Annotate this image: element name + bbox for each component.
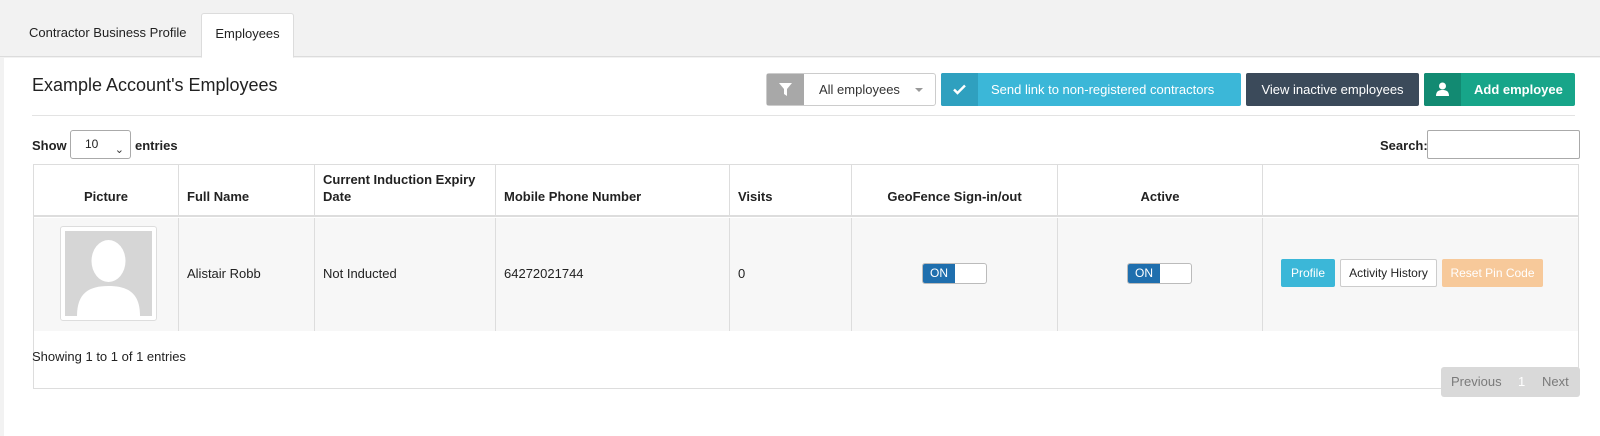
geofence-toggle[interactable]: ON: [922, 263, 987, 284]
checkmark-icon: [941, 73, 978, 106]
tab-contractor-business-profile[interactable]: Contractor Business Profile: [9, 13, 207, 58]
send-link-button[interactable]: Send link to non-registered contractors: [941, 73, 1241, 106]
header-induction-expiry-label: Current Induction Expiry Date: [323, 172, 476, 204]
page-title: Example Account's Employees: [32, 75, 278, 95]
cell-induction-expiry: Not Inducted: [315, 218, 496, 331]
cell-visits: 0: [730, 218, 852, 331]
entries-label: entries: [135, 138, 178, 153]
search-input[interactable]: [1427, 130, 1580, 159]
header-actions: [1263, 165, 1578, 215]
pagination: Previous 1 Next: [1441, 367, 1580, 397]
header-full-name[interactable]: Full Name: [179, 165, 315, 215]
active-toggle-state: ON: [1128, 264, 1160, 283]
page-length-select[interactable]: 10 ⌄: [70, 130, 131, 159]
cell-picture: [34, 218, 179, 331]
header-active-label: Active: [1140, 189, 1180, 204]
caret-down-icon: [915, 88, 923, 92]
profile-button[interactable]: Profile: [1281, 259, 1335, 287]
next-page-button[interactable]: Next: [1542, 367, 1569, 397]
header-mobile-label: Mobile Phone Number: [504, 189, 642, 204]
table-row: Alistair Robb Not Inducted 64272021744 0…: [34, 218, 1578, 331]
induction-expiry-value: Not Inducted: [323, 266, 397, 281]
add-employee-label: Add employee: [1474, 82, 1563, 97]
tab-employees[interactable]: Employees: [201, 13, 294, 58]
header-picture-label: Picture: [83, 189, 129, 204]
header-visits[interactable]: Visits: [730, 165, 852, 215]
user-icon: [1424, 73, 1461, 106]
header-mobile[interactable]: Mobile Phone Number: [496, 165, 730, 215]
divider: [32, 115, 1575, 116]
table-info: Showing 1 to 1 of 1 entries: [32, 349, 186, 364]
active-toggle[interactable]: ON: [1127, 263, 1192, 284]
mobile-value: 64272021744: [504, 266, 584, 281]
cell-mobile: 64272021744: [496, 218, 730, 331]
tab-bar: Contractor Business Profile Employees: [0, 0, 1600, 58]
header-geofence[interactable]: GeoFence Sign-in/out: [852, 165, 1058, 215]
cell-actions: Profile Activity History Reset Pin Code: [1263, 218, 1578, 331]
avatar-placeholder-icon: [65, 231, 152, 316]
chevron-down-icon: ⌄: [114, 144, 124, 156]
header-full-name-label: Full Name: [187, 189, 250, 204]
header-geofence-label: GeoFence Sign-in/out: [887, 189, 1022, 204]
employee-filter[interactable]: All employees: [766, 73, 936, 106]
full-name-value: Alistair Robb: [187, 266, 261, 281]
header-active[interactable]: Active: [1058, 165, 1263, 215]
header-visits-label: Visits: [738, 189, 773, 204]
cell-active: ON: [1058, 218, 1263, 331]
table-header-row: Picture Full Name Current Induction Expi…: [34, 165, 1578, 217]
send-link-label: Send link to non-registered contractors: [991, 82, 1215, 97]
cell-full-name: Alistair Robb: [179, 218, 315, 331]
filter-select-value: All employees: [819, 82, 900, 97]
reset-pin-code-button[interactable]: Reset Pin Code: [1442, 259, 1543, 287]
page-number-button[interactable]: 1: [1518, 367, 1525, 397]
employees-panel: Example Account's Employees All employee…: [4, 58, 1600, 436]
view-inactive-employees-button[interactable]: View inactive employees: [1246, 73, 1419, 106]
avatar: [60, 226, 157, 321]
employees-table: Picture Full Name Current Induction Expi…: [33, 164, 1579, 389]
visits-value: 0: [738, 266, 746, 281]
show-label: Show: [32, 138, 67, 153]
filter-icon: [767, 74, 804, 105]
activity-history-button[interactable]: Activity History: [1340, 259, 1437, 287]
header-induction-expiry[interactable]: Current Induction Expiry Date: [315, 165, 496, 215]
search-label: Search:: [1380, 138, 1428, 153]
cell-geofence: ON: [852, 218, 1058, 331]
geofence-toggle-state: ON: [923, 264, 955, 283]
page-length-value: 10: [85, 137, 99, 151]
header-picture[interactable]: Picture: [34, 165, 179, 215]
previous-page-button[interactable]: Previous: [1451, 367, 1502, 397]
add-employee-button[interactable]: Add employee: [1424, 73, 1575, 106]
